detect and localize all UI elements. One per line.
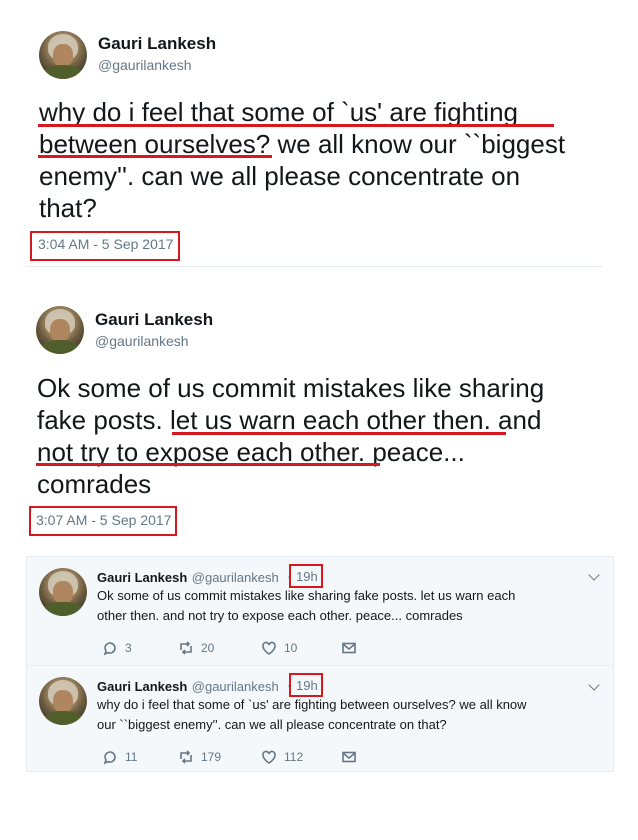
retweet-count: 20 [201,641,215,655]
reply-button[interactable]: 11 [102,749,137,765]
message-icon [342,642,356,654]
timeline-text: Ok some of us commit mistakes like shari… [97,588,516,603]
chevron-down-icon[interactable] [588,679,600,691]
message-icon [342,751,356,763]
avatar[interactable] [36,306,84,354]
reply-icon [103,642,116,656]
reply-count: 3 [125,641,132,655]
timeline-author-handle[interactable]: @gaurilankesh [192,570,279,585]
tweet1-author-handle[interactable]: @gaurilankesh [98,57,192,73]
message-button[interactable] [341,640,357,656]
highlight-underline [38,155,272,158]
reply-button[interactable]: 3 [102,640,132,656]
divider [26,266,602,267]
highlight-underline [172,432,506,435]
message-button[interactable] [341,749,357,765]
highlight-underline [38,124,554,127]
tweet1-line: enemy''. can we all please concentrate o… [39,161,521,191]
tweet2-author-name[interactable]: Gauri Lankesh [95,310,213,330]
tweet2-author-handle[interactable]: @gaurilankesh [95,333,189,349]
timeline-text: our ``biggest enemy''. can we all please… [97,717,447,732]
like-count: 112 [284,750,304,764]
retweet-icon [180,750,192,764]
tweet1-author-name[interactable]: Gauri Lankesh [98,34,216,54]
timeline-item-header: Gauri Lankesh @gaurilankesh [97,678,279,696]
like-icon [262,750,276,764]
timeline-author-name[interactable]: Gauri Lankesh [97,679,187,694]
retweet-button[interactable]: 20 [178,640,214,656]
like-icon [262,641,276,655]
timeline-panel: Gauri Lankesh @gaurilankesh · 19h Ok som… [26,556,614,772]
timeline-author-name[interactable]: Gauri Lankesh [97,570,187,585]
reply-icon [103,751,116,765]
like-button[interactable]: 112 [261,749,303,765]
retweet-icon [180,641,192,655]
tweet2-line: comrades [37,469,152,499]
highlight-box [289,564,323,588]
timeline-author-handle[interactable]: @gaurilankesh [192,679,279,694]
tweet1-line: that? [39,193,97,223]
timeline-item-header: Gauri Lankesh @gaurilankesh [97,569,279,587]
highlight-underline [36,463,380,466]
timeline-text: why do i feel that some of `us' are figh… [97,697,527,712]
highlight-box [289,673,323,697]
timeline-text: other then. and not try to expose each o… [97,608,463,623]
divider [27,665,613,666]
chevron-down-icon[interactable] [588,569,600,581]
highlight-box [29,506,177,536]
retweet-button[interactable]: 179 [178,749,221,765]
like-count: 10 [284,641,298,655]
tweet2-line: Ok some of us commit mistakes like shari… [37,373,545,403]
highlight-box [30,231,180,261]
like-button[interactable]: 10 [261,640,297,656]
retweet-count: 179 [201,750,222,764]
avatar[interactable] [39,31,87,79]
reply-count: 11 [125,750,138,764]
avatar[interactable] [39,568,87,616]
avatar[interactable] [39,677,87,725]
